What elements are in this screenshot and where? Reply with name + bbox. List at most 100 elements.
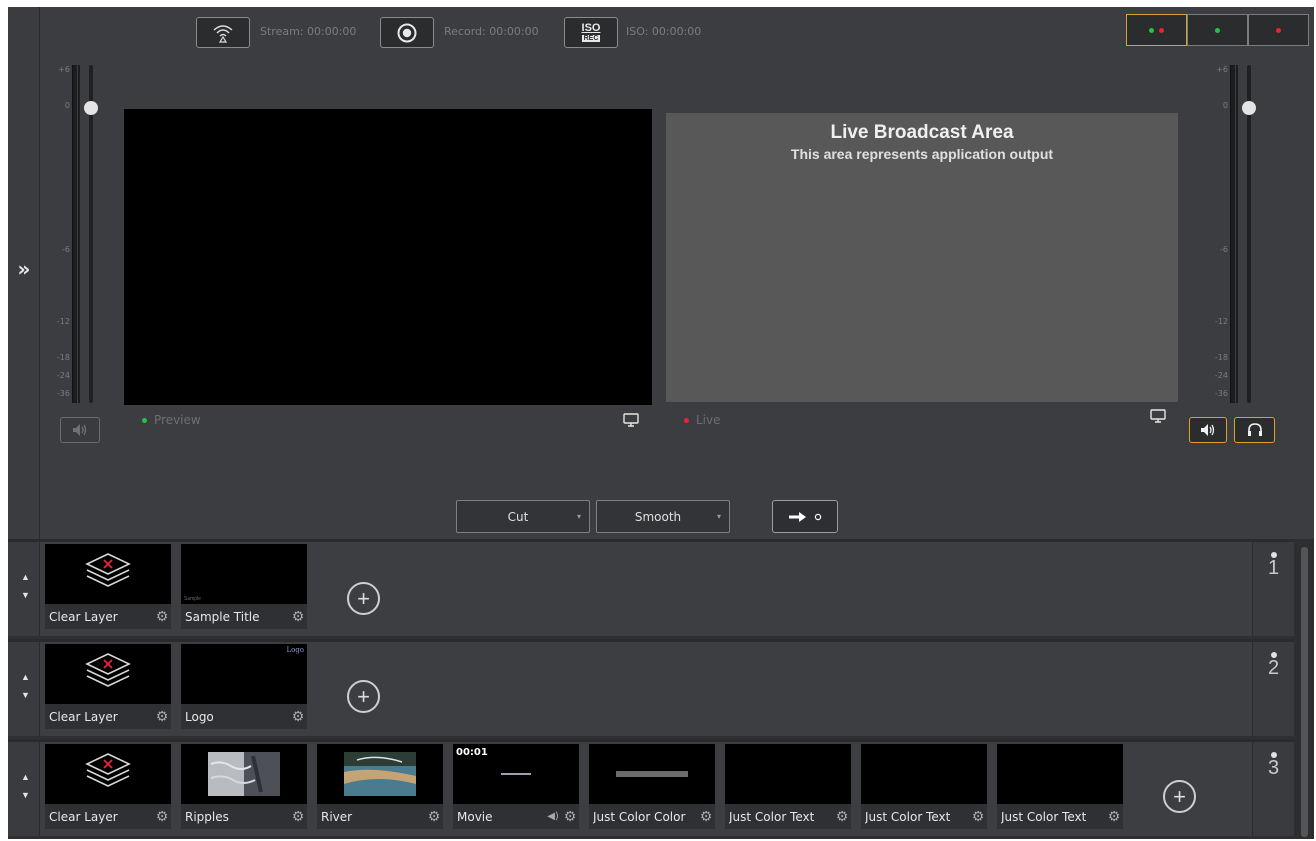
gear-icon[interactable]: ⚙ <box>289 609 307 625</box>
river-thumbnail <box>317 744 443 804</box>
chevron-down-icon: ▾ <box>716 512 721 521</box>
take-transition-button[interactable] <box>772 500 838 533</box>
preview-mute-button[interactable] <box>60 417 100 443</box>
record-timer: Record: 00:00:00 <box>444 25 539 38</box>
volume-slider-knob[interactable] <box>1242 101 1256 115</box>
input-tile[interactable]: Clear Layer ⚙ <box>45 644 171 729</box>
cut-label: Cut <box>507 509 529 524</box>
volume-slider-knob[interactable] <box>84 101 98 115</box>
meter-tick: -24 <box>1214 371 1228 380</box>
preview-monitor-icon[interactable] <box>623 413 639 427</box>
input-title-bar: Sample Title ⚙ <box>181 604 307 629</box>
clear-layer-stack-icon <box>85 553 131 587</box>
input-tile[interactable]: Ripples ⚙ <box>181 744 307 829</box>
layout-live-only-button[interactable] <box>1248 14 1309 46</box>
add-input-button[interactable]: + <box>347 582 380 615</box>
iso-rec-icon: ISO REC <box>581 23 601 42</box>
headphones-button[interactable] <box>1234 417 1275 443</box>
gear-icon[interactable]: ⚙ <box>1105 809 1123 825</box>
input-tile[interactable]: Sample Sample Title ⚙ <box>181 544 307 629</box>
move-layer-down-icon[interactable]: ▼ <box>21 690 30 700</box>
meter-tick: -6 <box>62 245 70 254</box>
preview-status-dot <box>142 417 147 423</box>
live-speaker-button[interactable] <box>1189 417 1227 443</box>
logo-thumbnail: Logo <box>181 644 307 704</box>
meter-tick: 0 <box>64 101 70 110</box>
preview-monitor[interactable] <box>124 109 652 405</box>
layer-number: 2 <box>1252 642 1294 736</box>
live-monitor-icon[interactable] <box>1150 409 1166 423</box>
volume-slider-track[interactable] <box>89 65 93 403</box>
gear-icon[interactable]: ⚙ <box>969 809 987 825</box>
input-tile[interactable]: Just Color Color ⚙ <box>589 744 715 829</box>
record-button[interactable] <box>380 17 434 48</box>
scrollbar-thumb[interactable] <box>1301 547 1308 837</box>
gear-icon[interactable]: ⚙ <box>697 809 715 825</box>
input-tile[interactable]: Clear Layer ⚙ <box>45 544 171 629</box>
gear-icon[interactable]: ⚙ <box>561 809 579 825</box>
meter-tick: -24 <box>56 371 70 380</box>
input-tile[interactable]: Just Color Text ⚙ <box>725 744 851 829</box>
move-layer-down-icon[interactable]: ▼ <box>21 790 30 800</box>
layout-preview-and-live-button[interactable] <box>1126 14 1187 46</box>
clear-layer-thumbnail <box>45 644 171 704</box>
move-layer-down-icon[interactable]: ▼ <box>21 590 30 600</box>
input-tile[interactable]: Clear Layer ⚙ <box>45 744 171 829</box>
layer-number-text: 3 <box>1267 757 1280 779</box>
gear-icon[interactable]: ⚙ <box>153 609 171 625</box>
input-tile[interactable]: Just Color Text ⚙ <box>861 744 987 829</box>
input-tile[interactable]: River ⚙ <box>317 744 443 829</box>
meter-tick: -12 <box>1214 317 1228 326</box>
target-circle-icon <box>814 513 822 520</box>
input-name: Just Color Color <box>593 809 686 824</box>
gear-icon[interactable]: ⚙ <box>153 709 171 725</box>
iso-record-button[interactable]: ISO REC <box>564 17 618 48</box>
left-collapse-strip: » <box>8 7 40 539</box>
input-title-bar: Just Color Color ⚙ <box>589 804 715 829</box>
layer-number: 1 <box>1252 542 1294 636</box>
title-thumbnail: Sample <box>181 544 307 604</box>
volume-slider-track[interactable] <box>1247 65 1251 403</box>
speaker-icon[interactable]: ◀) <box>545 811 561 822</box>
add-input-button[interactable]: + <box>347 680 380 713</box>
smooth-transition-dropdown[interactable]: Smooth ▾ <box>596 500 730 533</box>
move-layer-up-icon[interactable]: ▲ <box>21 572 30 582</box>
gear-icon[interactable]: ⚙ <box>289 709 307 725</box>
stream-button[interactable] <box>196 17 250 48</box>
meter-bar-right <box>1236 65 1238 403</box>
input-tile[interactable]: Logo Logo ⚙ <box>181 644 307 729</box>
preview-label-text: Preview <box>154 413 201 427</box>
input-tile[interactable]: Just Color Text ⚙ <box>997 744 1123 829</box>
movie-timecode: 00:01 <box>456 747 488 758</box>
input-title-bar: Just Color Text ⚙ <box>725 804 851 829</box>
movie-thumbnail: 00:01 <box>453 744 579 804</box>
input-name: Logo <box>185 709 214 724</box>
record-icon <box>397 23 417 42</box>
stream-timer: Stream: 00:00:00 <box>260 25 357 38</box>
expand-panel-chevron-icon[interactable]: » <box>14 259 34 279</box>
gear-icon[interactable]: ⚙ <box>289 809 307 825</box>
preview-dot-icon <box>1149 27 1154 33</box>
gear-icon[interactable]: ⚙ <box>153 809 171 825</box>
thumbnail-text: Sample <box>184 596 201 602</box>
studio-app-window: » Stream: 00:00:00 Record: 00:00:00 ISO <box>8 7 1314 839</box>
iso-icon-sub: REC <box>581 35 601 42</box>
gear-icon[interactable]: ⚙ <box>425 809 443 825</box>
meter-bar-left <box>72 65 77 403</box>
move-layer-up-icon[interactable]: ▲ <box>21 772 30 782</box>
gear-icon[interactable]: ⚙ <box>833 809 851 825</box>
input-tile[interactable]: 00:01 Movie ◀) ⚙ <box>453 744 579 829</box>
plus-icon: + <box>357 683 370 709</box>
meter-tick: +6 <box>1216 65 1228 74</box>
layout-preview-only-button[interactable] <box>1187 14 1248 46</box>
river-image <box>344 752 416 796</box>
add-input-button[interactable]: + <box>1163 780 1196 813</box>
layers-scrollbar[interactable] <box>1294 539 1314 839</box>
meter-tick: -12 <box>56 317 70 326</box>
live-monitor[interactable]: Live Broadcast Area This area represents… <box>666 113 1178 402</box>
move-layer-up-icon[interactable]: ▲ <box>21 672 30 682</box>
input-name: Just Color Text <box>1001 809 1087 824</box>
cut-transition-dropdown[interactable]: Cut ▾ <box>456 500 590 533</box>
layer-number-text: 2 <box>1267 657 1280 679</box>
thumbnail-text: Logo <box>286 646 304 654</box>
